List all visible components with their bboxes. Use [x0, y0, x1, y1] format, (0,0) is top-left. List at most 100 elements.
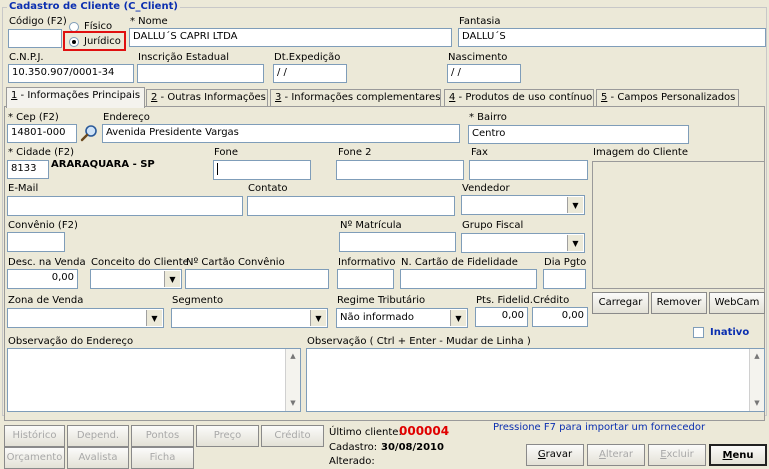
cidade-label: * Cidade (F2) — [8, 147, 75, 158]
pts-label: Pts. Fidelid. — [476, 295, 533, 306]
cep-input[interactable]: 14801-000 — [7, 124, 77, 143]
cartaofid-label: N. Cartão de Fidelidade — [401, 257, 518, 268]
alterado-label: Alterado: — [329, 456, 375, 467]
diapgto-input[interactable] — [543, 269, 586, 289]
segmento-label: Segmento — [172, 295, 224, 306]
vendedor-select[interactable]: ▼ — [461, 195, 585, 215]
grupofiscal-select[interactable]: ▼ — [461, 233, 585, 253]
cnpj-label: C.N.P.J. — [9, 52, 44, 63]
cartaoconv-input[interactable] — [185, 269, 329, 289]
juridico-radio[interactable] — [69, 37, 79, 47]
tab-informacoes-complementares[interactable]: 3 - Informações complementares — [270, 89, 441, 106]
gravar-button[interactable]: Gravar — [526, 444, 584, 466]
tab-campos-personalizados[interactable]: 5 - Campos Personalizados — [596, 89, 739, 106]
fone2-label: Fone 2 — [338, 147, 372, 158]
regime-label: Regime Tributário — [337, 295, 426, 306]
ie-label: Inscrição Estadual — [138, 52, 229, 63]
email-label: E-Mail — [8, 183, 39, 194]
regime-select[interactable]: Não informado ▼ — [336, 308, 468, 328]
pts-input[interactable]: 0,00 — [475, 307, 528, 327]
zona-label: Zona de Venda — [8, 295, 84, 306]
fantasia-input[interactable]: DALLU´S — [458, 28, 766, 47]
search-icon[interactable] — [79, 123, 99, 143]
chevron-down-icon[interactable]: ▼ — [146, 310, 162, 326]
fax-label: Fax — [471, 147, 488, 158]
diapgto-label: Dia Pgto — [544, 257, 587, 268]
inativo-checkbox[interactable] — [693, 327, 704, 338]
desc-label: Desc. na Venda — [8, 257, 86, 268]
cnpj-input[interactable]: 10.350.907/0001-34 — [8, 64, 134, 83]
nascimento-input[interactable]: / / — [447, 64, 521, 83]
cartaofid-input[interactable] — [400, 269, 537, 289]
bairro-input[interactable]: Centro — [468, 125, 689, 144]
contato-label: Contato — [248, 183, 288, 194]
cadastro-label: Cadastro: — [329, 442, 378, 453]
chevron-down-icon[interactable]: ▼ — [450, 310, 466, 326]
chevron-down-icon[interactable]: ▼ — [164, 271, 180, 287]
segmento-select[interactable]: ▼ — [171, 308, 328, 328]
preco-button[interactable]: Preço — [196, 425, 259, 447]
scroll-up-icon[interactable]: ▲ — [750, 349, 764, 364]
fax-input[interactable] — [469, 160, 588, 180]
scroll-up-icon[interactable]: ▲ — [286, 349, 300, 364]
ultimo-label: Último cliente: — [329, 427, 402, 438]
menu-button[interactable]: Menu — [709, 444, 767, 466]
informativo-input[interactable] — [337, 269, 394, 289]
codigo-label: Código (F2) — [9, 16, 67, 27]
cidade-name: ARARAQUARA - SP — [51, 159, 155, 170]
ficha-button[interactable]: Ficha — [131, 447, 194, 469]
obs-endereco-textarea[interactable]: ▲ ▼ — [7, 348, 301, 412]
nome-label: * Nome — [130, 16, 168, 27]
juridico-label: Jurídico — [84, 36, 121, 47]
webcam-button[interactable]: WebCam — [709, 292, 765, 314]
f7-hint: Pressione F7 para importar um fornecedor — [493, 422, 706, 433]
orcamento-button[interactable]: Orçamento — [4, 447, 65, 469]
nome-input[interactable]: DALLU´S CAPRI LTDA — [129, 28, 452, 47]
obs-textarea[interactable]: ▲ ▼ — [306, 348, 765, 412]
remover-button[interactable]: Remover — [651, 292, 707, 314]
conceito-label: Conceito do Cliente — [91, 257, 189, 268]
matricula-input[interactable] — [339, 232, 456, 252]
carregar-button[interactable]: Carregar — [592, 292, 649, 314]
form-group-title: Cadastro de Cliente (C_Client) — [7, 1, 180, 12]
fone-label: Fone — [214, 147, 239, 158]
contato-input[interactable] — [247, 196, 455, 216]
fone-input[interactable] — [213, 160, 311, 180]
codigo-input[interactable] — [8, 29, 62, 48]
alterar-button[interactable]: Alterar — [587, 444, 645, 466]
scroll-down-icon[interactable]: ▼ — [750, 396, 764, 411]
chevron-down-icon[interactable]: ▼ — [567, 197, 583, 213]
tab-outras-informacoes[interactable]: 2 - Outras Informações — [146, 89, 268, 106]
imagem-label: Imagem do Cliente — [593, 147, 688, 158]
credito-input[interactable]: 0,00 — [532, 307, 588, 327]
inativo-label: Inativo — [710, 327, 750, 338]
credito-button[interactable]: Crédito — [261, 425, 324, 447]
nascimento-label: Nascimento — [448, 52, 508, 63]
email-input[interactable] — [7, 196, 243, 216]
endereco-input[interactable]: Avenida Presidente Vargas — [102, 124, 460, 143]
chevron-down-icon[interactable]: ▼ — [310, 310, 326, 326]
conceito-select[interactable]: ▼ — [90, 269, 182, 289]
vendedor-label: Vendedor — [462, 183, 510, 194]
desc-input[interactable]: 0,00 — [7, 269, 78, 289]
tab-informacoes-principais[interactable]: 1 - Informações Principais — [6, 87, 145, 108]
avalista-button[interactable]: Avalista — [67, 447, 129, 469]
dtexp-label: Dt.Expedição — [274, 52, 341, 63]
excluir-button[interactable]: Excluir — [648, 444, 706, 466]
obs-endereco-scrollbar[interactable]: ▲ ▼ — [285, 349, 300, 411]
convenio-input[interactable] — [7, 232, 65, 252]
scroll-down-icon[interactable]: ▼ — [286, 396, 300, 411]
chevron-down-icon[interactable]: ▼ — [567, 235, 583, 251]
ie-input[interactable] — [137, 64, 264, 83]
zona-select[interactable]: ▼ — [7, 308, 164, 328]
depend-button[interactable]: Depend. — [67, 425, 129, 447]
cidade-code-input[interactable]: 8133 — [7, 160, 49, 179]
fone2-input[interactable] — [336, 160, 464, 180]
fantasia-label: Fantasia — [459, 16, 501, 27]
informativo-label: Informativo — [338, 257, 396, 268]
dtexp-input[interactable]: / / — [273, 64, 347, 83]
historico-button[interactable]: Histórico — [4, 425, 65, 447]
pontos-button[interactable]: Pontos — [131, 425, 194, 447]
tab-produtos-uso-continuo[interactable]: 4 - Produtos de uso contínuo — [444, 89, 594, 106]
obs-scrollbar[interactable]: ▲ ▼ — [749, 349, 764, 411]
